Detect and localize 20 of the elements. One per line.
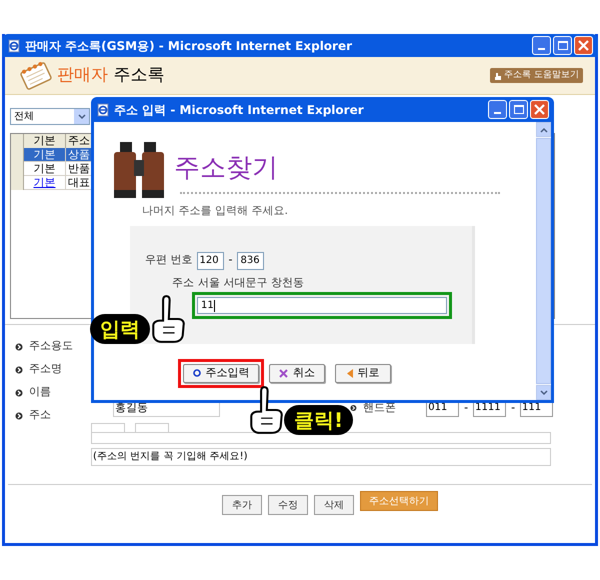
separator-text: - [228, 252, 234, 268]
field-label: 주소 [29, 407, 51, 424]
table-cell: 기본 [24, 148, 66, 162]
page-title: 판매자 주소록 [57, 64, 166, 87]
field-label: 주소용도 [29, 338, 73, 354]
field-label: 주소 [172, 274, 194, 290]
field-label: 이름 [29, 384, 51, 400]
separator-text: - [510, 400, 516, 416]
callout-label: 클릭! [284, 405, 354, 435]
table-cell: 기본 [24, 162, 66, 176]
field-label: 핸드폰 [363, 400, 396, 416]
address-text: 서울 서대문구 창천동 [198, 274, 304, 290]
field-label: 우편 번호 [145, 252, 192, 268]
separator-text: - [463, 400, 470, 416]
window-title: 판매자 주소록(GSM용) - Microsoft Internet Explorer [25, 38, 354, 54]
window-title: 주소 입력 - Microsoft Internet Explorer [114, 102, 365, 118]
field-label: 주소명 [29, 361, 62, 378]
dialog-heading: 주소찾기 [174, 152, 278, 185]
callout-label: 입력 [90, 314, 150, 344]
instruction-text: 나머지 주소를 입력해 주세요. [142, 203, 289, 219]
